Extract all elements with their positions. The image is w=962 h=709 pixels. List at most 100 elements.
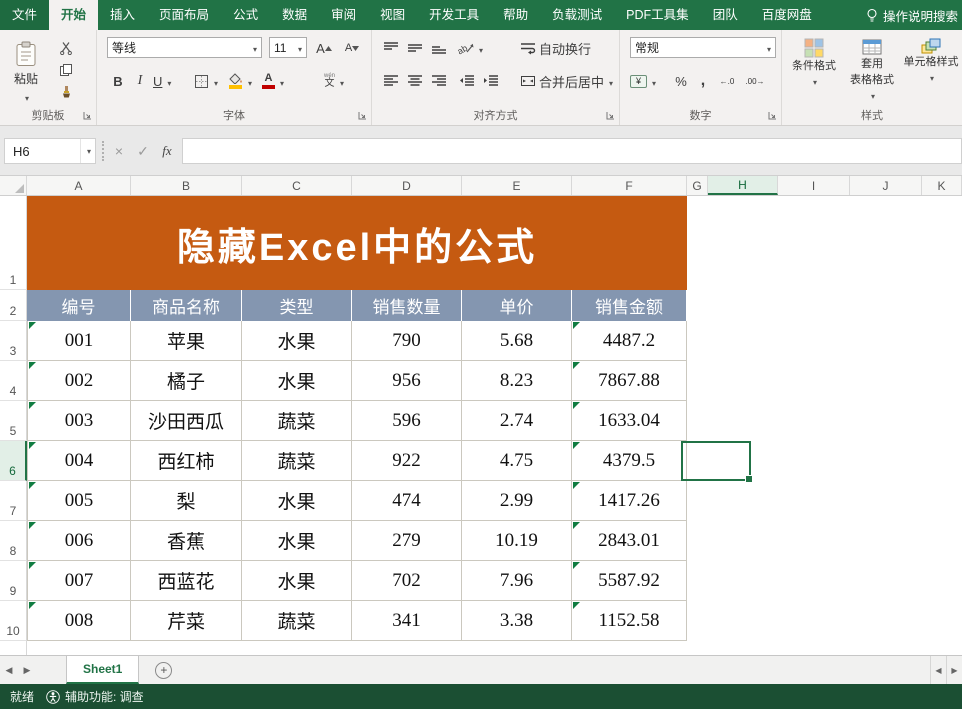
cell[interactable]: 西蓝花 — [131, 561, 242, 601]
row-header-7[interactable]: 7 — [0, 481, 27, 521]
format-painter-button[interactable] — [54, 82, 78, 102]
enter-button[interactable]: ✓ — [132, 138, 154, 164]
cell[interactable]: 4379.5 — [572, 441, 687, 481]
increase-decimal-button[interactable]: ←.0 — [714, 70, 740, 92]
row-header-6[interactable]: 6 — [0, 441, 27, 481]
cancel-button[interactable]: × — [108, 138, 130, 164]
cell[interactable]: 蔬菜 — [242, 601, 352, 641]
select-all-button[interactable] — [0, 176, 27, 195]
row-header-1[interactable]: 1 — [0, 196, 27, 290]
copy-button[interactable] — [54, 60, 78, 80]
tab-developer[interactable]: 开发工具 — [417, 0, 491, 30]
tab-pdf-tools[interactable]: PDF工具集 — [614, 0, 701, 30]
cell[interactable]: 006 — [27, 521, 131, 561]
tab-insert[interactable]: 插入 — [98, 0, 147, 30]
header-cell[interactable]: 销售金额 — [572, 290, 687, 321]
row-header-2[interactable]: 2 — [0, 290, 27, 321]
column-header-j[interactable]: J — [850, 176, 922, 195]
cell[interactable]: 水果 — [242, 521, 352, 561]
row-header-9[interactable]: 9 — [0, 561, 27, 601]
cell[interactable]: 水果 — [242, 561, 352, 601]
cell[interactable]: 水果 — [242, 321, 352, 361]
merge-center-button[interactable]: 合并后居中 — [518, 70, 615, 92]
decrease-indent-button[interactable] — [456, 70, 478, 92]
header-cell[interactable]: 销售数量 — [352, 290, 462, 321]
row-header-3[interactable]: 3 — [0, 321, 27, 361]
font-color-button[interactable]: A — [260, 70, 286, 92]
font-size-combo[interactable]: 11 — [269, 37, 307, 58]
sheet-nav-right-icon[interactable] — [18, 656, 36, 684]
cell[interactable]: 4487.2 — [572, 321, 687, 361]
cell[interactable]: 1152.58 — [572, 601, 687, 641]
bold-button[interactable]: B — [107, 70, 129, 92]
cell[interactable]: 梨 — [131, 481, 242, 521]
cell-styles-button[interactable]: 单元格样式 — [902, 34, 960, 110]
increase-indent-button[interactable] — [480, 70, 502, 92]
cell[interactable]: 西红柿 — [131, 441, 242, 481]
cell[interactable]: 2.99 — [462, 481, 572, 521]
column-header-f[interactable]: F — [572, 176, 687, 195]
row-header-5[interactable]: 5 — [0, 401, 27, 441]
comma-style-button[interactable]: , — [692, 70, 714, 92]
tab-baidu-netdisk[interactable]: 百度网盘 — [750, 0, 824, 30]
row-header-4[interactable]: 4 — [0, 361, 27, 401]
cell[interactable]: 8.23 — [462, 361, 572, 401]
borders-button[interactable] — [192, 70, 220, 92]
column-header-d[interactable]: D — [352, 176, 462, 195]
row-header-10[interactable]: 10 — [0, 601, 27, 641]
header-cell[interactable]: 编号 — [27, 290, 131, 321]
phonetic-guide-button[interactable]: wén 文 — [322, 70, 346, 92]
cell[interactable]: 956 — [352, 361, 462, 401]
align-bottom-button[interactable] — [428, 37, 450, 59]
cell[interactable]: 4.75 — [462, 441, 572, 481]
tab-view[interactable]: 视图 — [368, 0, 417, 30]
alignment-dialog-launcher-icon[interactable] — [606, 111, 616, 121]
tab-data[interactable]: 数据 — [270, 0, 319, 30]
cell[interactable]: 002 — [27, 361, 131, 401]
currency-format-button[interactable]: ¥ — [628, 70, 658, 92]
wrap-text-button[interactable]: 自动换行 — [518, 37, 593, 59]
cell[interactable]: 922 — [352, 441, 462, 481]
formula-input[interactable] — [182, 138, 962, 164]
cell[interactable]: 5.68 — [462, 321, 572, 361]
tab-help[interactable]: 帮助 — [491, 0, 540, 30]
grow-font-button[interactable]: A — [313, 37, 335, 59]
cell[interactable]: 341 — [352, 601, 462, 641]
cell[interactable]: 香蕉 — [131, 521, 242, 561]
cell[interactable]: 474 — [352, 481, 462, 521]
tab-file[interactable]: 文件 — [0, 0, 49, 30]
column-header-b[interactable]: B — [131, 176, 242, 195]
cell[interactable]: 279 — [352, 521, 462, 561]
column-header-k[interactable]: K — [922, 176, 962, 195]
cell[interactable]: 5587.92 — [572, 561, 687, 601]
row-header-8[interactable]: 8 — [0, 521, 27, 561]
cell[interactable]: 1417.26 — [572, 481, 687, 521]
cut-button[interactable] — [54, 38, 78, 58]
cell[interactable]: 7867.88 — [572, 361, 687, 401]
cell[interactable]: 蔬菜 — [242, 401, 352, 441]
scroll-left-icon[interactable] — [930, 656, 946, 684]
align-center-button[interactable] — [404, 70, 426, 92]
accessibility-status[interactable]: 辅助功能: 调查 — [46, 688, 144, 705]
cell[interactable]: 苹果 — [131, 321, 242, 361]
sheet-tab-sheet1[interactable]: Sheet1 — [66, 656, 139, 684]
italic-button[interactable]: I — [129, 70, 151, 92]
align-left-button[interactable] — [380, 70, 402, 92]
cell[interactable]: 蔬菜 — [242, 441, 352, 481]
scroll-right-icon[interactable] — [946, 656, 962, 684]
align-right-button[interactable] — [428, 70, 450, 92]
column-header-e[interactable]: E — [462, 176, 572, 195]
cell[interactable]: 004 — [27, 441, 131, 481]
header-cell[interactable]: 单价 — [462, 290, 572, 321]
column-header-a[interactable]: A — [27, 176, 131, 195]
tell-me-search[interactable]: 操作说明搜索 — [866, 0, 962, 30]
paste-button[interactable]: 粘贴 — [5, 35, 47, 109]
cell[interactable]: 702 — [352, 561, 462, 601]
align-top-button[interactable] — [380, 37, 402, 59]
row-header-partial[interactable] — [0, 641, 27, 655]
fill-color-button[interactable] — [226, 70, 254, 92]
cell[interactable]: 003 — [27, 401, 131, 441]
cell[interactable]: 7.96 — [462, 561, 572, 601]
cell[interactable]: 2843.01 — [572, 521, 687, 561]
tab-load-test[interactable]: 负载测试 — [540, 0, 614, 30]
